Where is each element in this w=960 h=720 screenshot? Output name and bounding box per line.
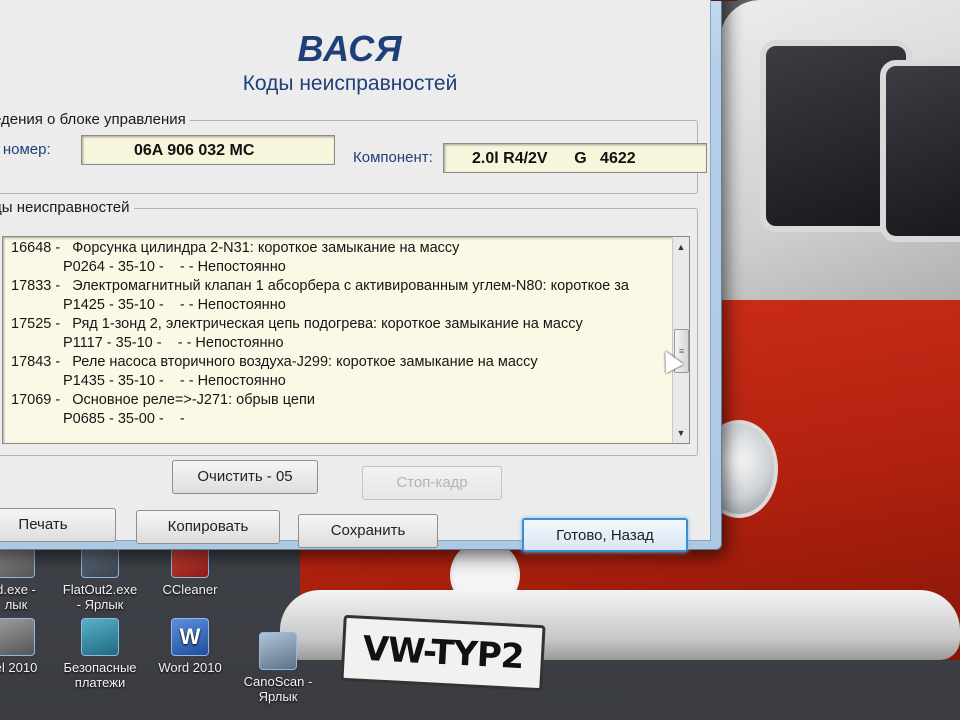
clear-codes-button[interactable]: Очистить - 05 <box>172 460 318 494</box>
desktop-icon-label: CCleaner <box>162 582 218 597</box>
bus-window-right <box>880 60 960 242</box>
canoscan-icon <box>259 632 297 670</box>
fault-code-list[interactable]: 16648 - Форсунка цилиндра 2-N31: коротко… <box>2 236 690 444</box>
component-field: 2.0l R4/2V G 4622 <box>443 143 707 173</box>
desktop-icon-safe-payments[interactable]: Безопасные платежи <box>58 618 142 690</box>
part-number-field: 06A 906 032 MC <box>81 135 335 165</box>
app-subtitle: Коды неисправностей <box>242 72 458 95</box>
desktop-icon-dexe[interactable]: d.exe - лык <box>0 540 58 612</box>
fault-detail-row: P0264 - 35-10 - - - Непостоянно <box>63 259 286 275</box>
ecu-info-legend: едения о блоке управления <box>0 111 190 128</box>
fault-detail-row: P0685 - 35-00 - - <box>63 411 185 427</box>
scroll-up-arrow-icon[interactable]: ▲ <box>673 239 689 255</box>
save-button[interactable]: Сохранить <box>298 514 438 548</box>
fault-code-row: 17843 - Реле насоса вторичного воздуха-J… <box>11 354 538 370</box>
desktop-icon-label: CanoScan - Ярлык <box>243 674 313 704</box>
license-plate: VW-TYP2 <box>340 614 546 692</box>
window-client-area: ВАСЯ Коды неисправностей едения о блоке … <box>0 0 711 552</box>
fault-code-row: 17525 - Ряд 1-зонд 2, электрическая цепь… <box>11 316 583 332</box>
fault-code-row: 17069 - Основное реле=>-J271: обрыв цепи <box>11 392 315 408</box>
desktop-icon-label: FlatOut2.exe - Ярлык <box>62 582 138 612</box>
copy-button[interactable]: Копировать <box>136 510 280 544</box>
fault-detail-row: P1425 - 35-10 - - - Непостоянно <box>63 297 286 313</box>
desktop-icon-label: Word 2010 <box>158 660 222 675</box>
word-icon: W <box>171 618 209 656</box>
app-title: ВАСЯ <box>297 28 403 69</box>
excel-icon <box>0 618 35 656</box>
desktop-icon-excel[interactable]: el 2010 <box>0 618 58 675</box>
fault-list-scrollbar[interactable]: ▲ ≡ ▼ <box>672 237 689 443</box>
desktop-icon-label: d.exe - лык <box>0 582 36 612</box>
ecu-info-group: едения о блоке управления G номер: 06A 9… <box>0 111 707 194</box>
fault-detail-row: P1435 - 35-10 - - - Непостоянно <box>63 373 286 389</box>
fault-detail-row: P1117 - 35-10 - - - Непостоянно <box>63 335 284 351</box>
desktop-icon-flatout2[interactable]: FlatOut2.exe - Ярлык <box>58 540 142 612</box>
fault-codes-legend: ды неисправностей <box>0 199 134 216</box>
desktop-icon-label: Безопасные платежи <box>63 660 137 690</box>
component-label: Компонент: <box>353 149 433 166</box>
done-back-button[interactable]: Готово, Назад <box>522 518 688 552</box>
fault-code-row: 16648 - Форсунка цилиндра 2-N31: коротко… <box>11 240 460 256</box>
scroll-down-arrow-icon[interactable]: ▼ <box>673 425 689 441</box>
vasya-window: ✕ ВАСЯ Коды неисправностей едения о блок… <box>0 0 741 552</box>
print-button[interactable]: Печать <box>0 508 116 542</box>
safe-payments-icon <box>81 618 119 656</box>
fault-rows: 16648 - Форсунка цилиндра 2-N31: коротко… <box>3 239 673 429</box>
part-number-label: G номер: <box>0 141 51 158</box>
freeze-frame-button[interactable]: Стоп-кадр <box>362 466 502 500</box>
desktop-icon-word[interactable]: W Word 2010 <box>148 618 232 675</box>
fault-code-row: 17833 - Электромагнитный клапан 1 абсорб… <box>11 278 629 294</box>
desktop-icon-canoscan[interactable]: CanoScan - Ярлык <box>236 632 320 704</box>
desktop-icon-label: el 2010 <box>0 660 38 675</box>
